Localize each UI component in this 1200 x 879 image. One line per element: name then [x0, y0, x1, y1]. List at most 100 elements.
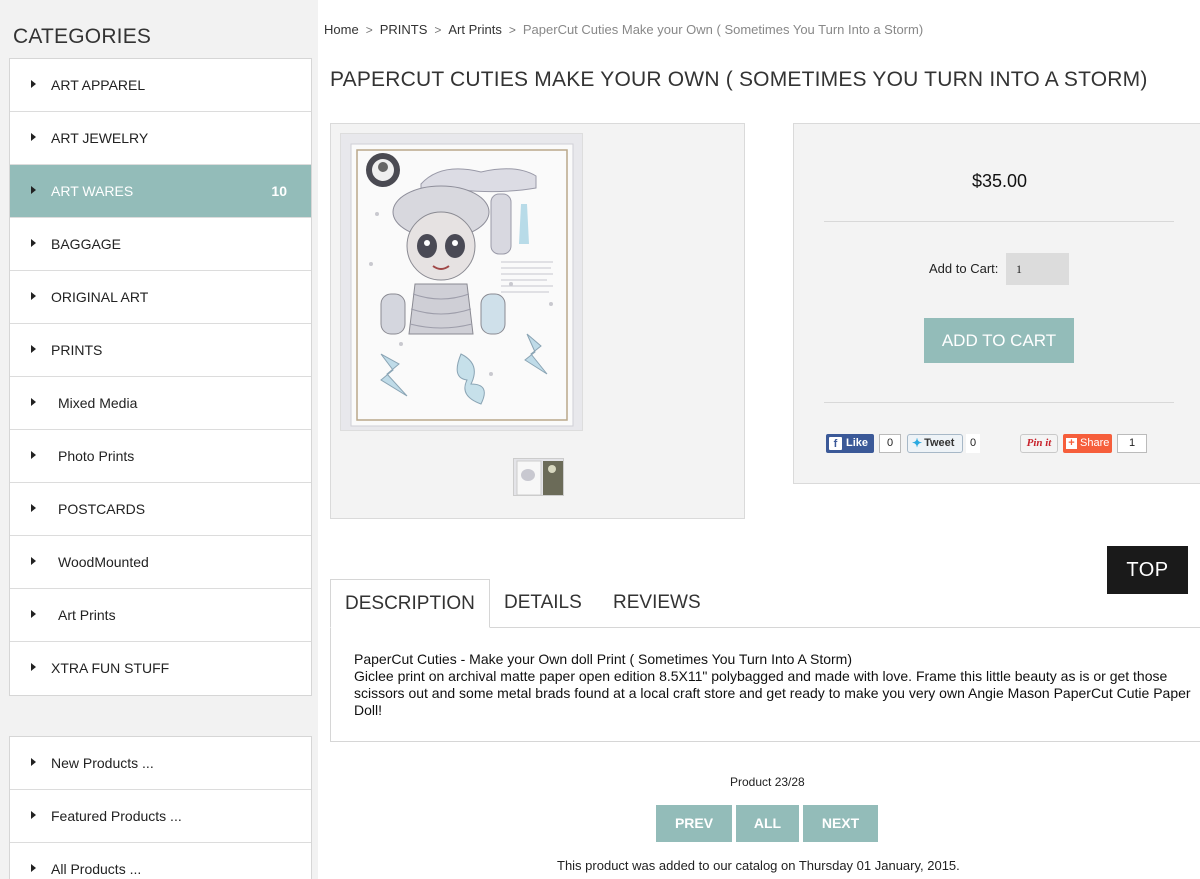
product-lists: New Products ... Featured Products ... A…	[9, 736, 312, 879]
twitter-tweet: ✦ Tweet 0	[907, 433, 980, 453]
tab-reviews[interactable]: REVIEWS	[613, 579, 701, 628]
next-button[interactable]: NEXT	[803, 805, 878, 842]
pin-it-button[interactable]: Pin it	[1020, 433, 1058, 453]
add-to-cart-label: Add to Cart:	[929, 261, 999, 276]
caret-right-icon	[31, 292, 36, 300]
category-label: POSTCARDS	[58, 501, 146, 517]
breadcrumb-prints[interactable]: PRINTS	[380, 22, 428, 37]
category-art-wares[interactable]: ART WARES 10	[10, 165, 311, 218]
date-added-note: This product was added to our catalog on…	[557, 858, 960, 873]
tab-details[interactable]: DETAILS	[504, 579, 582, 628]
caret-right-icon	[31, 80, 36, 88]
category-art-jewelry[interactable]: ART JEWELRY	[10, 112, 311, 165]
chevron-right-icon: >	[508, 22, 516, 37]
caret-right-icon	[31, 557, 36, 565]
category-label: XTRA FUN STUFF	[51, 660, 170, 676]
plus-icon: +	[1066, 437, 1077, 449]
category-postcards[interactable]: POSTCARDS	[10, 483, 311, 536]
facebook-like-button[interactable]: f Like	[826, 433, 874, 453]
share-button[interactable]: + Share	[1063, 433, 1112, 453]
category-count-badge: 10	[271, 183, 287, 199]
description-panel: PaperCut Cuties - Make your Own doll Pri…	[330, 628, 1200, 742]
tweet-label: Tweet	[924, 437, 955, 449]
category-original-art[interactable]: ORIGINAL ART	[10, 271, 311, 324]
caret-right-icon	[31, 610, 36, 618]
caret-right-icon	[31, 864, 36, 872]
purchase-panel: $35.00 Add to Cart: ADD TO CART f Like 0…	[793, 123, 1200, 484]
category-label: BAGGAGE	[51, 236, 122, 252]
category-prints[interactable]: PRINTS	[10, 324, 311, 377]
description-line: Giclee print on archival matte paper ope…	[354, 668, 1191, 718]
breadcrumb: Home > PRINTS > Art Prints > PaperCut Cu…	[324, 22, 923, 37]
category-label: Mixed Media	[58, 395, 138, 411]
breadcrumb-current: PaperCut Cuties Make your Own ( Sometime…	[522, 22, 924, 37]
featured-products-link[interactable]: Featured Products ...	[10, 790, 311, 843]
categories-sidebar: CATEGORIES ART APPAREL ART JEWELRY ART W…	[0, 0, 318, 879]
twitter-bird-icon: ✦	[912, 436, 923, 450]
share-label: Share	[1080, 437, 1110, 449]
category-label: ART APPAREL	[51, 77, 146, 93]
category-photo-prints[interactable]: Photo Prints	[10, 430, 311, 483]
product-price: $35.00	[971, 171, 1028, 191]
product-description: PaperCut Cuties - Make your Own doll Pri…	[354, 651, 1194, 719]
category-woodmounted[interactable]: WoodMounted	[10, 536, 311, 589]
caret-right-icon	[31, 186, 36, 194]
product-title: PAPERCUT CUTIES MAKE YOUR OWN ( SOMETIME…	[330, 68, 1148, 91]
category-art-prints[interactable]: Art Prints	[10, 589, 311, 642]
new-products-link[interactable]: New Products ...	[10, 737, 311, 790]
caret-right-icon	[31, 663, 36, 671]
category-baggage[interactable]: BAGGAGE	[10, 218, 311, 271]
category-label: ORIGINAL ART	[51, 289, 149, 305]
product-tabs: DESCRIPTION DETAILS REVIEWS	[330, 579, 1200, 628]
categories-title: CATEGORIES	[13, 25, 152, 48]
breadcrumb-art-prints[interactable]: Art Prints	[448, 22, 501, 37]
category-art-apparel[interactable]: ART APPAREL	[10, 59, 311, 112]
pinterest-share: Pin it + Share 1	[1020, 433, 1147, 453]
caret-right-icon	[31, 451, 36, 459]
quantity-input[interactable]	[1006, 253, 1069, 285]
caret-right-icon	[31, 811, 36, 819]
product-counter: Product 23/28	[730, 775, 805, 789]
caret-right-icon	[31, 758, 36, 766]
all-button[interactable]: ALL	[736, 805, 799, 842]
all-products-link[interactable]: All Products ...	[10, 843, 311, 879]
category-label: ART JEWELRY	[51, 130, 149, 146]
product-image[interactable]	[340, 133, 583, 431]
category-label: New Products ...	[51, 755, 154, 771]
category-label: WoodMounted	[58, 554, 149, 570]
caret-right-icon	[31, 345, 36, 353]
facebook-icon: f	[829, 436, 842, 450]
caret-right-icon	[31, 398, 36, 406]
category-label: ART WARES	[51, 183, 134, 199]
caret-right-icon	[31, 239, 36, 247]
category-label: Art Prints	[58, 607, 116, 623]
share-count: 1	[1117, 433, 1147, 453]
category-label: Featured Products ...	[51, 808, 182, 824]
divider	[824, 221, 1174, 222]
chevron-right-icon: >	[434, 22, 442, 37]
paper-doll-print-image	[341, 134, 582, 430]
category-label: PRINTS	[51, 342, 103, 358]
category-label: Photo Prints	[58, 448, 135, 464]
caret-right-icon	[31, 504, 36, 512]
description-line: PaperCut Cuties - Make your Own doll Pri…	[354, 651, 852, 667]
tweet-count: 0	[966, 433, 980, 453]
like-count: 0	[879, 433, 901, 453]
category-mixed-media[interactable]: Mixed Media	[10, 377, 311, 430]
facebook-like: f Like 0	[826, 433, 901, 453]
tweet-button[interactable]: ✦ Tweet	[907, 433, 963, 453]
divider	[824, 402, 1174, 403]
prev-button[interactable]: PREV	[656, 805, 732, 842]
product-image-panel	[330, 123, 745, 519]
like-label: Like	[846, 437, 869, 449]
add-to-cart-button[interactable]: ADD TO CART	[924, 318, 1074, 363]
category-list: ART APPAREL ART JEWELRY ART WARES 10 BAG…	[9, 58, 312, 696]
category-label: All Products ...	[51, 861, 142, 877]
breadcrumb-home[interactable]: Home	[324, 22, 359, 37]
category-xtra-fun-stuff[interactable]: XTRA FUN STUFF	[10, 642, 311, 695]
caret-right-icon	[31, 133, 36, 141]
product-thumbnail[interactable]	[513, 458, 564, 496]
tab-description[interactable]: DESCRIPTION	[330, 579, 490, 628]
chevron-right-icon: >	[365, 22, 373, 37]
thumbnail-image	[514, 459, 563, 495]
